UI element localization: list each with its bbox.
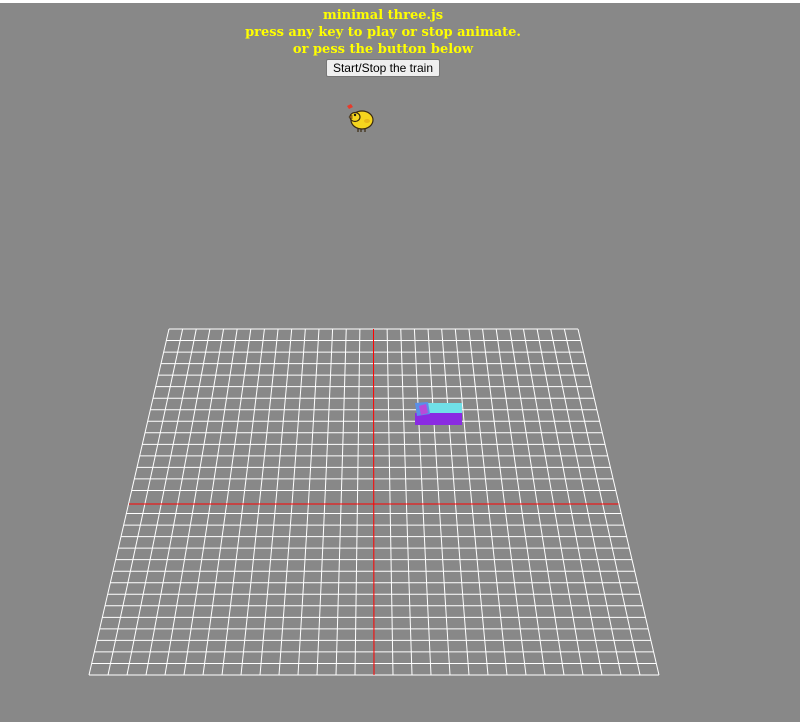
grid-line-depth — [522, 328, 584, 676]
grid-line-depth — [454, 328, 489, 676]
grid-line-depth — [441, 328, 470, 676]
grid-line-depth — [563, 328, 641, 676]
scene-canvas — [88, 328, 660, 676]
grid-line-depth — [164, 328, 225, 676]
start-stop-train-button[interactable]: Start/Stop the train — [325, 59, 441, 77]
grid-line-depth — [550, 328, 622, 676]
grid-line-depth — [413, 328, 432, 676]
grid-line-depth — [482, 328, 527, 676]
info-title: minimal three.js — [322, 8, 444, 23]
grid-line-depth — [316, 328, 334, 676]
grid-line-depth — [577, 328, 660, 676]
ground-grid — [88, 328, 660, 676]
train-model — [415, 402, 462, 425]
grid-line-depth — [495, 328, 546, 676]
grid-line-depth — [509, 328, 565, 676]
grid-line-depth — [240, 328, 279, 676]
grid-line-depth — [468, 328, 508, 676]
grid-line-depth — [354, 328, 361, 676]
chick-icon — [347, 104, 374, 132]
info-panel: minimal three.js press any key to play o… — [0, 7, 766, 77]
grid-line-depth — [400, 328, 413, 676]
info-instruction: press any key to play or stop animate. — [245, 25, 521, 40]
info-instruction-button: or pess the button below — [292, 42, 474, 57]
grid-axis-z — [373, 328, 375, 676]
three-viewport[interactable]: minimal three.js press any key to play o… — [0, 3, 800, 722]
grid-line-depth — [335, 328, 347, 676]
grid-line-depth — [259, 328, 293, 676]
grid-line-depth — [126, 328, 197, 676]
grid-line-depth — [88, 328, 170, 676]
grid-line-depth — [427, 328, 451, 676]
grid-line-depth — [536, 328, 603, 676]
grid-line-depth — [386, 328, 394, 676]
grid-line-depth — [107, 328, 184, 676]
grid-line-depth — [145, 328, 211, 676]
